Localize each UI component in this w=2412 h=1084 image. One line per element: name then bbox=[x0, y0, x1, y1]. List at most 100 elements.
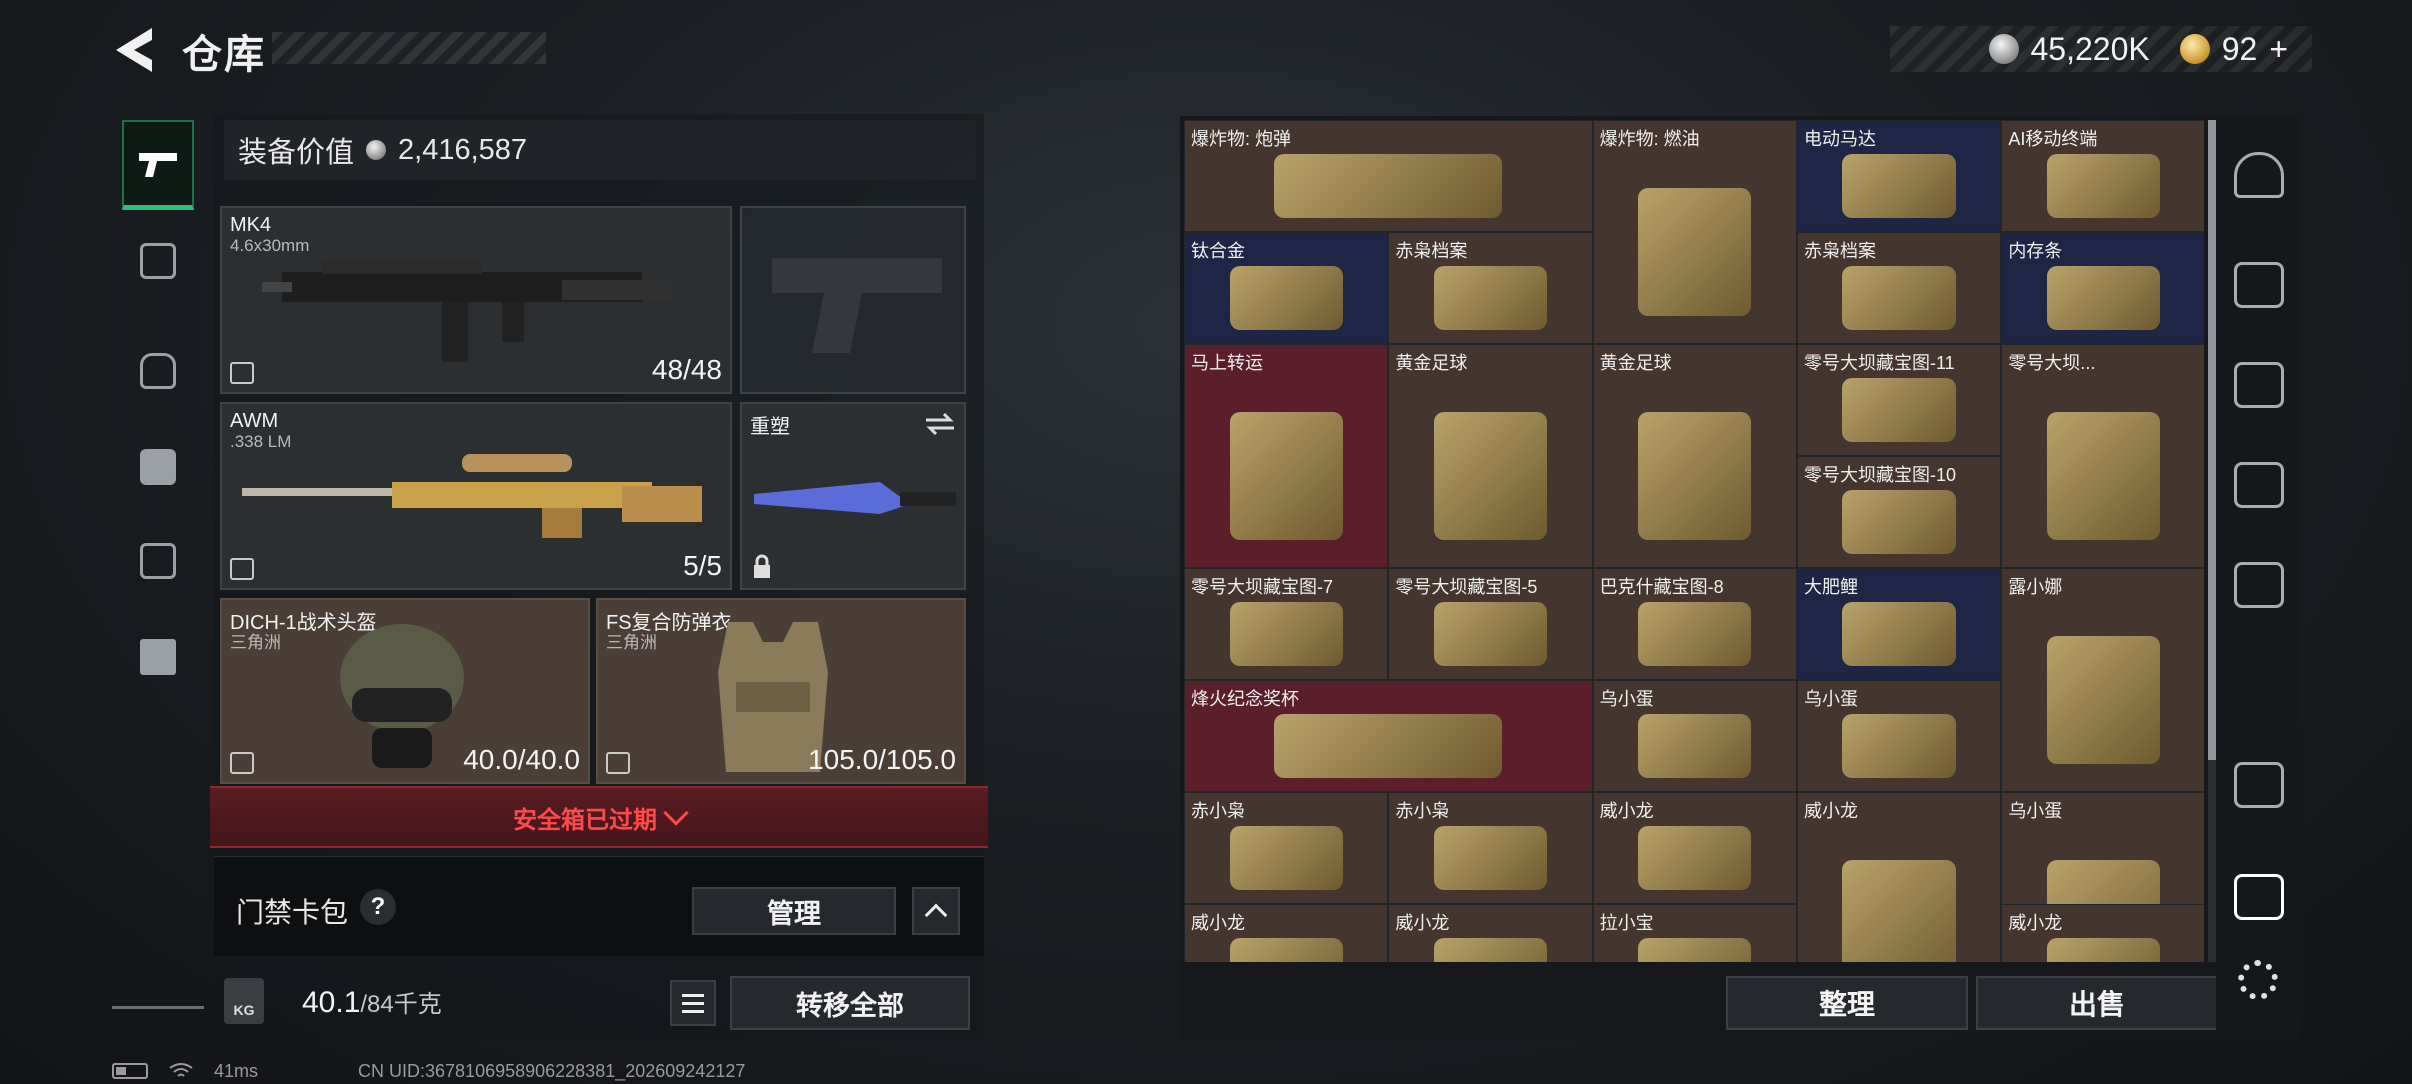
item-image bbox=[1842, 602, 1956, 666]
item-image bbox=[2046, 154, 2161, 218]
gear-icon[interactable] bbox=[2238, 960, 2278, 1000]
storage-item[interactable]: 内存条 bbox=[2001, 232, 2204, 344]
secondary-weapon-slot[interactable]: AWM .338 LM 5/5 bbox=[220, 402, 732, 590]
helmet-icon bbox=[340, 624, 464, 768]
storage-item[interactable]: 电动马达 bbox=[1796, 120, 2002, 232]
storage-item[interactable]: 爆炸物: 炮弹 bbox=[1184, 120, 1593, 232]
storage-item[interactable]: 威小龙 bbox=[1796, 792, 2002, 962]
helmet-slot[interactable]: DICH-1战术头盔 三角洲 40.0/40.0 bbox=[220, 598, 590, 784]
storage-item[interactable]: 马上转运 bbox=[1184, 344, 1389, 568]
storage-item[interactable]: 威小龙 bbox=[2001, 904, 2204, 962]
storage-item[interactable]: 拉小宝 bbox=[1592, 904, 1797, 962]
equipment-value-label: 装备价值 bbox=[238, 137, 355, 169]
item-image bbox=[2046, 635, 2161, 765]
pistol-icon bbox=[139, 152, 177, 177]
weight-row: KG 40.1/84千克 转移全部 bbox=[214, 966, 984, 1038]
item-image bbox=[1638, 938, 1752, 962]
item-name: AI移动终端 bbox=[2008, 129, 2098, 149]
item-image bbox=[1842, 378, 1956, 442]
sell-button[interactable]: 出售 bbox=[1976, 976, 2218, 1030]
item-image bbox=[1638, 187, 1752, 317]
silver-coin-icon bbox=[1988, 34, 2019, 64]
case-icon bbox=[140, 543, 176, 579]
storage-page-5-icon[interactable] bbox=[2234, 762, 2284, 808]
rifle-icon bbox=[262, 260, 672, 362]
storage-item[interactable]: 乌小蛋 bbox=[1796, 680, 2002, 792]
item-image bbox=[1842, 859, 1956, 962]
sort-button[interactable]: 整理 bbox=[1726, 976, 1968, 1030]
item-image bbox=[1274, 714, 1503, 778]
storage-item[interactable]: 赤枭档案 bbox=[1388, 232, 1593, 344]
armor-slot[interactable]: FS复合防弹衣 三角洲 105.0/105.0 bbox=[596, 598, 966, 784]
storage-page-1-icon[interactable] bbox=[2234, 262, 2284, 308]
storage-item[interactable]: 赤小枭 bbox=[1388, 792, 1593, 904]
storage-item[interactable]: 零号大坝藏宝图-11 bbox=[1796, 344, 2002, 456]
storage-item[interactable]: 零号大坝藏宝图-5 bbox=[1388, 568, 1593, 680]
tab-weapons[interactable] bbox=[122, 120, 194, 210]
help-button[interactable]: ? bbox=[360, 889, 396, 925]
unbound-icon bbox=[606, 752, 630, 774]
storage-item[interactable]: 威小龙 bbox=[1592, 792, 1797, 904]
storage-scroll-thumb[interactable] bbox=[2208, 120, 2216, 760]
armor-durability: 105.0/105.0 bbox=[808, 744, 956, 775]
storage-item[interactable]: 乌小蛋 bbox=[1592, 680, 1797, 792]
item-name: 赤枭档案 bbox=[1395, 241, 1468, 261]
storage-item[interactable]: 零号大坝藏宝图-10 bbox=[1796, 456, 2002, 568]
equipment-value-row: 装备价值 2,416,587 bbox=[224, 120, 976, 180]
storage-item[interactable]: 露小娜 bbox=[2001, 568, 2204, 792]
item-name: 钛合金 bbox=[1191, 241, 1245, 261]
safe-box-expired-banner[interactable]: 安全箱已过期 bbox=[210, 786, 988, 848]
item-image bbox=[1842, 154, 1956, 218]
melee-slot[interactable]: 重塑 bbox=[740, 402, 966, 590]
add-gold-button[interactable]: + bbox=[2269, 31, 2288, 68]
storage-item[interactable]: 黄金足球 bbox=[1388, 344, 1593, 568]
storage-item[interactable]: 威小龙 bbox=[1184, 904, 1389, 962]
tab-toolbox[interactable] bbox=[122, 612, 194, 702]
category-sidebar bbox=[112, 106, 204, 1010]
tab-rig[interactable] bbox=[122, 422, 194, 512]
swap-icon[interactable] bbox=[924, 412, 956, 436]
storage-item[interactable]: AI移动终端 bbox=[2001, 120, 2204, 232]
unbound-icon bbox=[230, 752, 254, 774]
item-name: 乌小蛋 bbox=[1803, 689, 1858, 709]
sidearm-slot-empty[interactable] bbox=[740, 206, 966, 394]
item-name: 乌小蛋 bbox=[2008, 801, 2063, 821]
storage-page-4-icon[interactable] bbox=[2234, 562, 2284, 608]
manage-button[interactable]: 管理 bbox=[692, 887, 896, 935]
item-image bbox=[1638, 411, 1752, 541]
item-name: 威小龙 bbox=[1191, 913, 1245, 933]
tab-backpack[interactable] bbox=[122, 326, 194, 416]
storage-item[interactable]: 爆炸物: 燃油 bbox=[1592, 120, 1797, 344]
storage-item[interactable]: 黄金足球 bbox=[1592, 344, 1797, 568]
silver-amount: 45,220K bbox=[2030, 30, 2150, 67]
storage-page-2-icon[interactable] bbox=[2234, 362, 2284, 408]
storage-item[interactable]: 巴克什藏宝图-8 bbox=[1592, 568, 1797, 680]
item-image bbox=[1433, 602, 1548, 666]
item-name: 威小龙 bbox=[2008, 913, 2063, 933]
primary-weapon-slot[interactable]: MK4 4.6x30mm 48/48 bbox=[220, 206, 732, 394]
storage-item[interactable]: 钛合金 bbox=[1184, 232, 1389, 344]
storage-page-active-icon[interactable] bbox=[2234, 874, 2284, 920]
safe-icon[interactable] bbox=[2234, 152, 2284, 198]
transfer-all-button[interactable]: 转移全部 bbox=[730, 976, 970, 1030]
storage-item[interactable]: 零号大坝藏宝图-7 bbox=[1184, 568, 1389, 680]
storage-page-3-icon[interactable] bbox=[2234, 462, 2284, 508]
vest-icon bbox=[140, 243, 176, 279]
storage-item[interactable]: 赤枭档案 bbox=[1796, 232, 2002, 344]
storage-item[interactable]: 大肥鲤 bbox=[1796, 568, 2002, 680]
item-name: 烽火纪念奖杯 bbox=[1191, 689, 1299, 709]
item-name: 威小龙 bbox=[1395, 913, 1450, 933]
item-name: 露小娜 bbox=[2008, 577, 2063, 597]
collapse-button[interactable] bbox=[912, 887, 960, 935]
back-arrow-icon[interactable] bbox=[112, 22, 156, 78]
tab-container[interactable] bbox=[122, 516, 194, 606]
storage-item[interactable]: 威小龙 bbox=[1388, 904, 1593, 962]
storage-item[interactable]: 赤小枭 bbox=[1184, 792, 1389, 904]
storage-item[interactable]: 烽火纪念奖杯 bbox=[1184, 680, 1593, 792]
storage-page-rail bbox=[2216, 116, 2298, 1038]
tab-armor[interactable] bbox=[122, 216, 194, 306]
storage-item[interactable]: 零号大坝... bbox=[2001, 344, 2204, 568]
list-view-button[interactable] bbox=[670, 980, 716, 1026]
item-image bbox=[1433, 938, 1548, 962]
unbound-icon bbox=[230, 362, 254, 384]
